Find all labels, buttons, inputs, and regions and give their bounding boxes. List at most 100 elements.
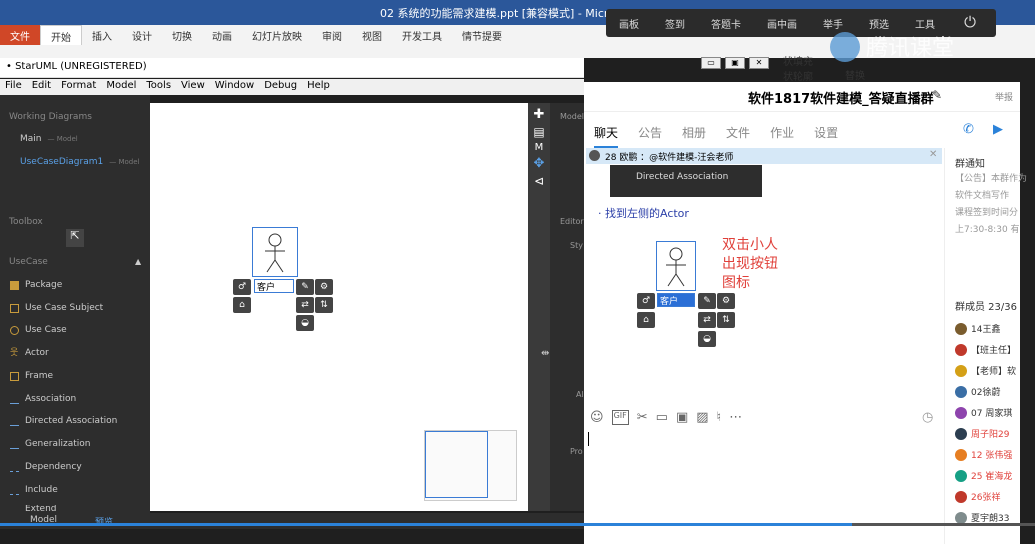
tab-settings[interactable]: 设置 bbox=[814, 124, 838, 148]
ppt-shape-fill[interactable]: 状填充 bbox=[783, 53, 813, 68]
image-icon[interactable]: ▨ bbox=[696, 410, 708, 425]
tk-whiteboard[interactable]: 画板 bbox=[606, 16, 652, 31]
tool-actor[interactable]: 웃 Actor bbox=[10, 348, 49, 358]
tool-usecase-subject[interactable]: Use Case Subject bbox=[10, 303, 103, 313]
member-item[interactable]: 02徐蔚 bbox=[955, 381, 1021, 402]
tool-frame[interactable]: Frame bbox=[10, 371, 53, 381]
menu-model[interactable]: Model bbox=[101, 79, 141, 95]
tk-tools[interactable]: 工具 bbox=[902, 16, 948, 31]
tab-album[interactable]: 相册 bbox=[682, 124, 706, 148]
bell-icon[interactable]: ♮ bbox=[717, 410, 722, 425]
video-icon[interactable]: ▶ bbox=[993, 122, 1003, 137]
menu-edit[interactable]: Edit bbox=[27, 79, 56, 95]
power-icon[interactable]: ⏻ bbox=[964, 13, 976, 31]
member-item[interactable]: 【老师】软 bbox=[955, 360, 1021, 381]
member-item[interactable]: 12 张伟强 bbox=[955, 444, 1021, 465]
tk-preview[interactable]: 预选 bbox=[856, 16, 902, 31]
menu-file[interactable]: File bbox=[0, 79, 27, 95]
extensions-icon[interactable]: ✚ bbox=[528, 107, 550, 122]
actor-assoc-icon[interactable]: ⇄ bbox=[296, 297, 314, 313]
ppt-tab-developer[interactable]: 开发工具 bbox=[392, 25, 452, 45]
text-cursor[interactable] bbox=[588, 432, 589, 446]
tool-include[interactable]: Include bbox=[10, 485, 58, 495]
actor-annotation-icon[interactable]: ⌂ bbox=[233, 297, 251, 313]
ppt-tab-storyboard[interactable]: 情节提要 bbox=[452, 25, 512, 45]
tk-raise-hand[interactable]: 举手 bbox=[810, 16, 856, 31]
ppt-tab-insert[interactable]: 插入 bbox=[82, 25, 122, 45]
edit-title-icon[interactable]: ✎ bbox=[932, 88, 942, 102]
ppt-tab-review[interactable]: 审阅 bbox=[312, 25, 352, 45]
emoji-icon[interactable]: ☺ bbox=[590, 410, 604, 425]
diagram-usecase[interactable]: UseCaseDiagram1 — Model bbox=[20, 157, 139, 167]
phone-icon[interactable]: ✆ bbox=[963, 122, 974, 137]
toolbox-heading: Toolbox bbox=[9, 217, 43, 227]
resize-handle-icon[interactable]: ⇹ bbox=[541, 348, 549, 359]
history-icon[interactable]: ◷ bbox=[922, 410, 933, 425]
ppt-replace[interactable]: 替换 bbox=[845, 67, 865, 82]
pointer-tool-icon[interactable]: ⇱ bbox=[66, 229, 84, 247]
actor-selection[interactable] bbox=[252, 227, 298, 277]
minimize-icon[interactable]: ▭ bbox=[701, 57, 721, 69]
doc-icon[interactable]: ▣ bbox=[676, 410, 688, 425]
outline-icon[interactable]: ▤ bbox=[528, 125, 550, 139]
tool-usecase[interactable]: Use Case bbox=[10, 325, 67, 335]
playback-progress[interactable] bbox=[0, 523, 852, 526]
minimap-viewport[interactable] bbox=[425, 431, 488, 498]
member-item[interactable]: 26张祥 bbox=[955, 486, 1021, 507]
tool-package[interactable]: Package bbox=[10, 280, 62, 290]
share-icon[interactable]: ⊲ bbox=[528, 174, 550, 188]
tk-answer-card[interactable]: 答题卡 bbox=[698, 16, 754, 31]
menu-debug[interactable]: Debug bbox=[259, 79, 302, 95]
navigator-icon[interactable]: ✥ bbox=[528, 156, 550, 171]
menu-window[interactable]: Window bbox=[210, 79, 259, 95]
minimap[interactable] bbox=[424, 430, 517, 501]
tool-extend[interactable]: Extend bbox=[10, 505, 57, 513]
tab-chat[interactable]: 聊天 bbox=[594, 124, 619, 148]
tool-dependency[interactable]: Dependency bbox=[10, 462, 82, 472]
actor-generalize-icon[interactable]: ⇅ bbox=[315, 297, 333, 313]
gif-icon[interactable]: GIF bbox=[611, 410, 629, 425]
diagram-main[interactable]: Main — Model bbox=[20, 134, 78, 144]
member-item[interactable]: 周子阳29 bbox=[955, 423, 1021, 444]
actor-settings-icon[interactable]: ⚙ bbox=[315, 279, 333, 295]
collapse-icon[interactable]: ▲ bbox=[135, 257, 141, 266]
scissors-icon[interactable]: ✂ bbox=[637, 410, 648, 425]
ppt-shape-outline[interactable]: 状轮廓 bbox=[783, 68, 813, 83]
report-link[interactable]: 举报 bbox=[995, 90, 1013, 103]
ppt-tab-design[interactable]: 设计 bbox=[122, 25, 162, 45]
tool-generalization[interactable]: Generalization bbox=[10, 439, 90, 449]
maximize-icon[interactable]: ▣ bbox=[725, 57, 745, 69]
tk-pip[interactable]: 画中画 bbox=[754, 16, 810, 31]
markdown-icon[interactable]: M bbox=[528, 142, 550, 153]
folder-icon[interactable]: ▭ bbox=[656, 410, 668, 425]
more-icon[interactable]: ⋯ bbox=[729, 410, 742, 425]
menu-format[interactable]: Format bbox=[56, 79, 101, 95]
member-item[interactable]: 07 周家琪 bbox=[955, 402, 1021, 423]
ppt-tab-view[interactable]: 视图 bbox=[352, 25, 392, 45]
actor-usecase-icon[interactable]: ◒ bbox=[296, 315, 314, 331]
actor-name-field[interactable]: 客户 bbox=[254, 279, 294, 293]
tool-association[interactable]: Association bbox=[10, 394, 76, 404]
menu-tools[interactable]: Tools bbox=[141, 79, 176, 95]
member-item[interactable]: 14王鑫 bbox=[955, 318, 1021, 339]
tk-signin[interactable]: 签到 bbox=[652, 16, 698, 31]
menu-view[interactable]: View bbox=[176, 79, 210, 95]
close-pin-icon[interactable]: ✕ bbox=[929, 149, 937, 160]
ppt-tab-slideshow[interactable]: 幻灯片放映 bbox=[242, 25, 312, 45]
tab-homework[interactable]: 作业 bbox=[770, 124, 794, 148]
actor-link-icon[interactable]: ♂ bbox=[233, 279, 251, 295]
menu-help[interactable]: Help bbox=[302, 79, 335, 95]
ppt-tab-home[interactable]: 开始 bbox=[40, 25, 82, 45]
tab-notice[interactable]: 公告 bbox=[638, 124, 662, 148]
tab-files[interactable]: 文件 bbox=[726, 124, 750, 148]
tool-directed-association[interactable]: Directed Association bbox=[10, 416, 117, 426]
member-item[interactable]: 25 崔海龙 bbox=[955, 465, 1021, 486]
actor-edit-icon[interactable]: ✎ bbox=[296, 279, 314, 295]
close-icon[interactable]: ✕ bbox=[749, 57, 769, 69]
member-item[interactable]: 【班主任】 bbox=[955, 339, 1021, 360]
bottom-preview-tab[interactable]: 预览 bbox=[95, 515, 113, 528]
association-icon bbox=[10, 395, 19, 404]
ppt-tab-animation[interactable]: 动画 bbox=[202, 25, 242, 45]
ppt-tab-transition[interactable]: 切换 bbox=[162, 25, 202, 45]
ppt-tab-file[interactable]: 文件 bbox=[0, 25, 40, 45]
